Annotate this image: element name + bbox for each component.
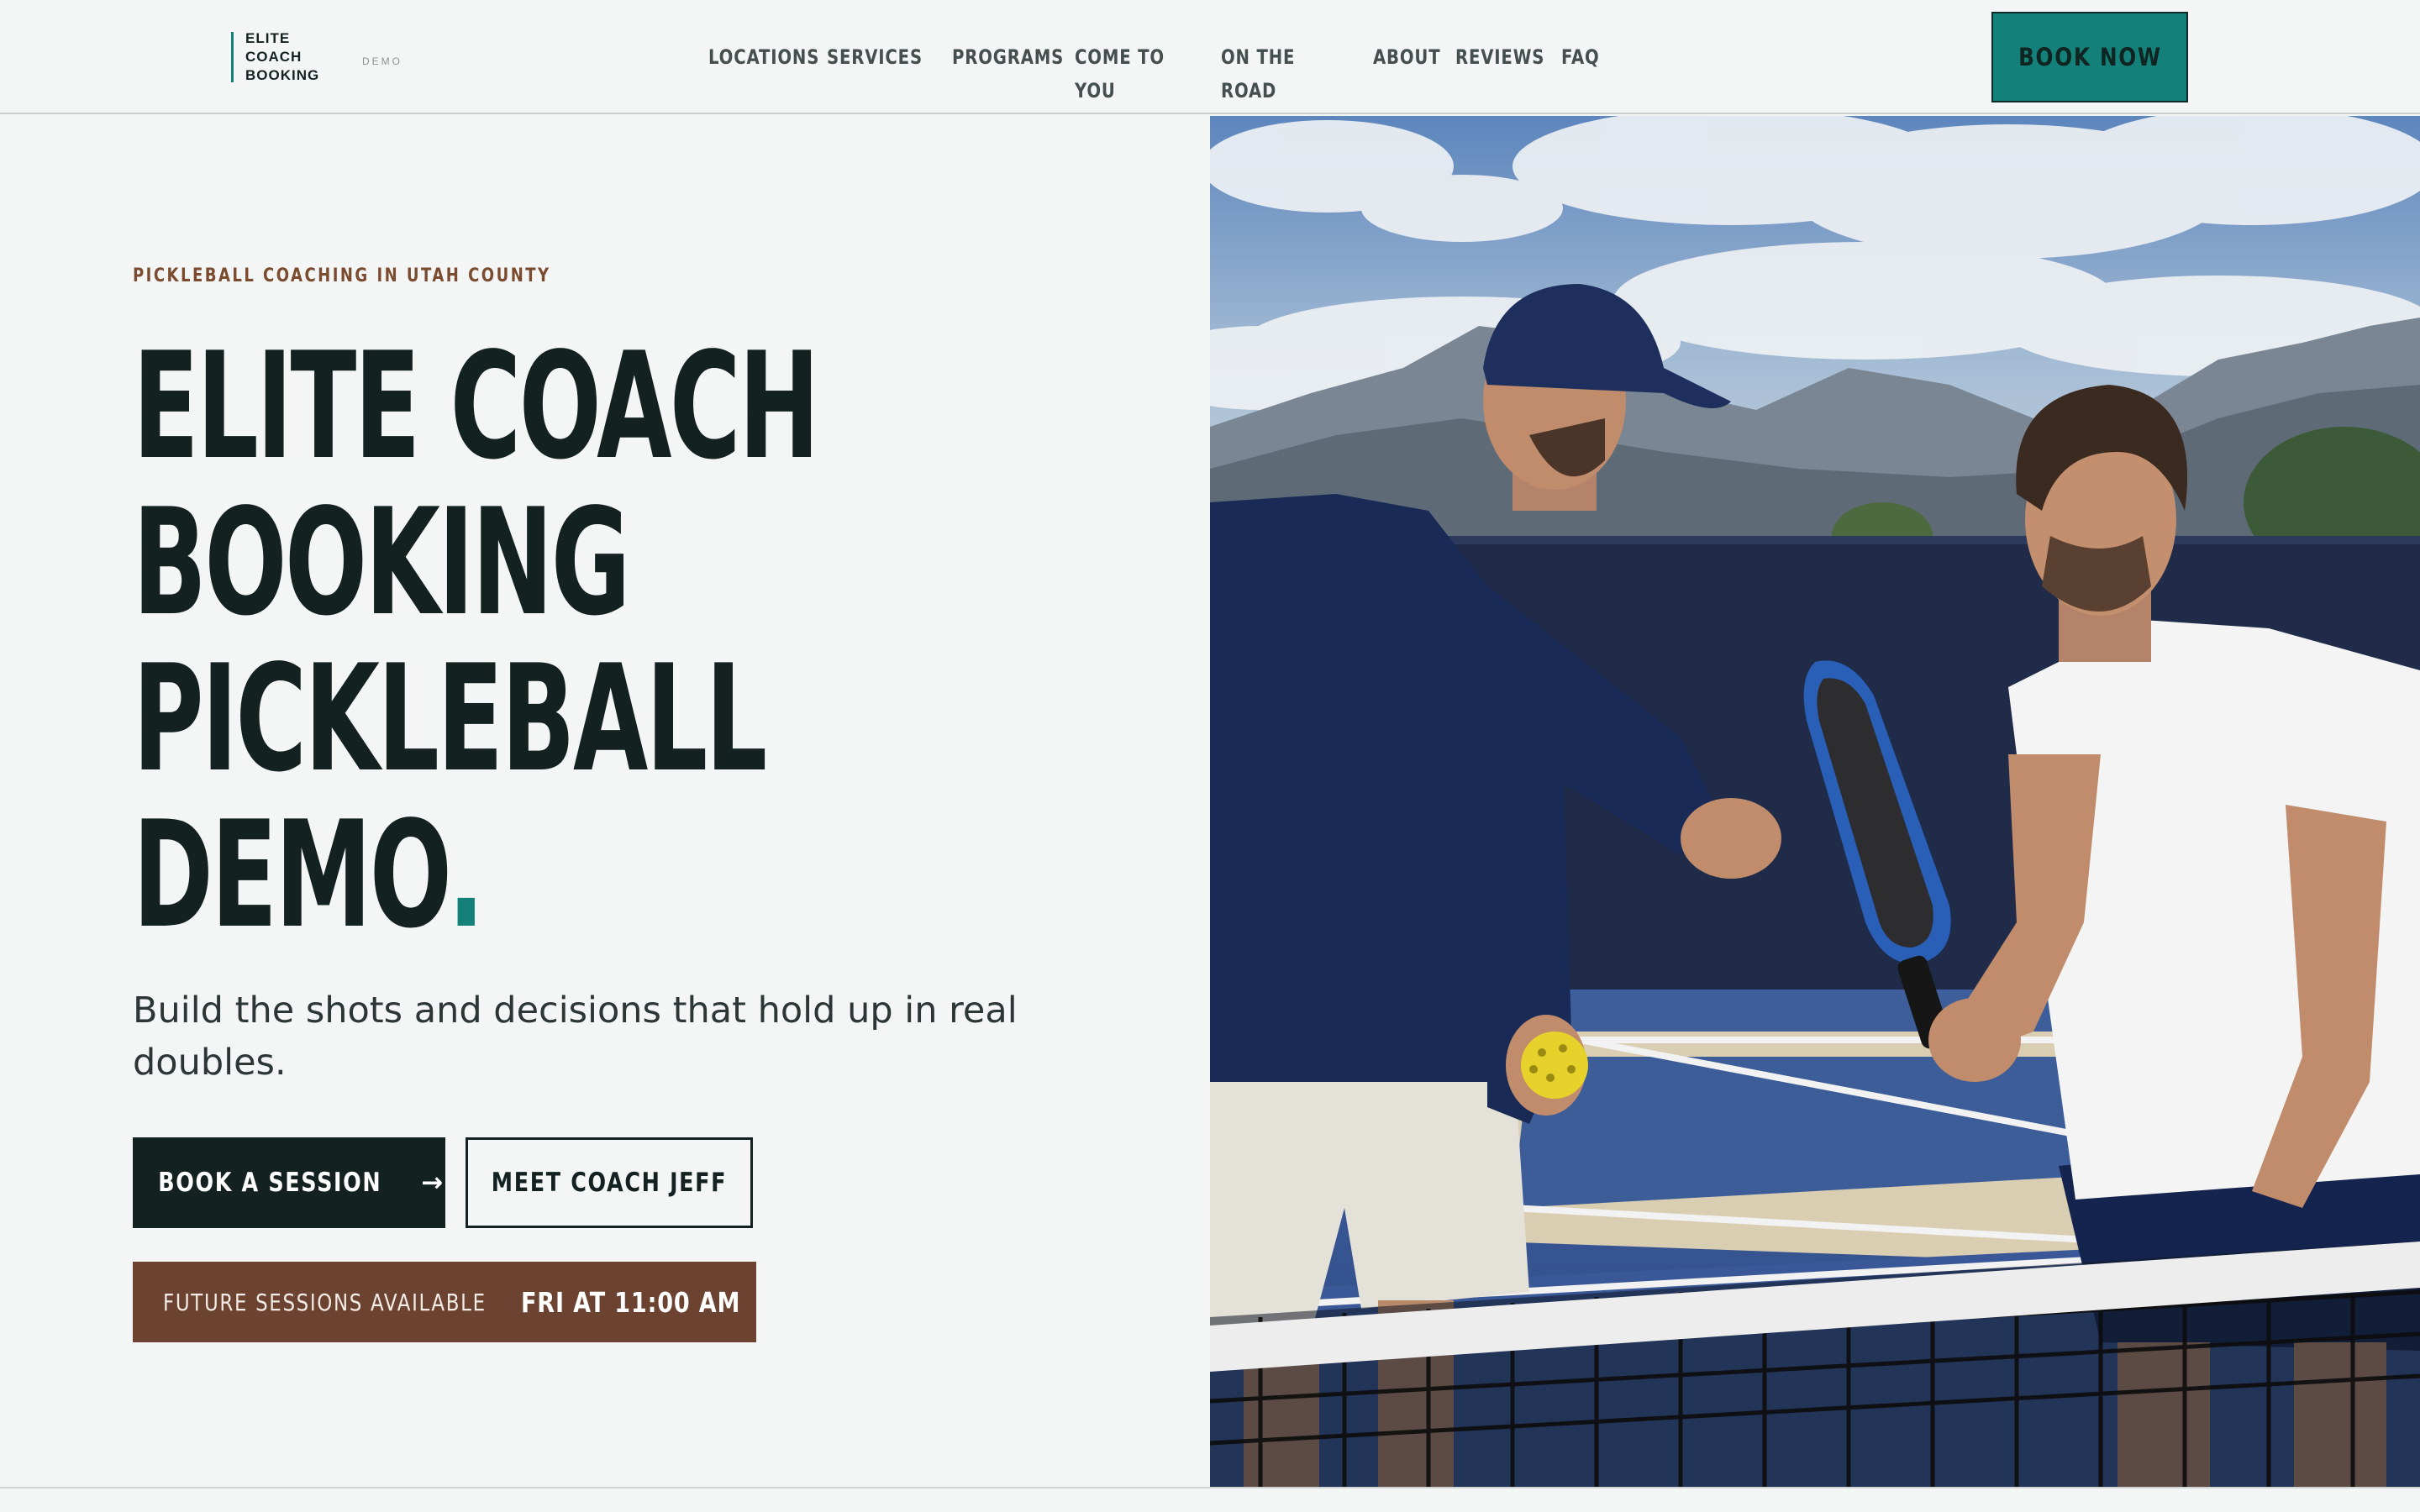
main-nav: LOCATIONS SERVICES PROGRAMS COME TO YOU … (708, 40, 1603, 102)
nav-reviews[interactable]: REVIEWS (1455, 40, 1544, 74)
hero-title-dot: . (447, 790, 485, 961)
nav-faq[interactable]: FAQ (1561, 40, 1599, 74)
hero-title-line-4-text: DEMO (133, 790, 450, 961)
hero-lede: Build the shots and decisions that hold … (133, 990, 1018, 1084)
nav-on-the-road[interactable]: ON THE ROAD (1221, 40, 1334, 102)
sessions-next-time: FRI AT 11:00 AM (521, 1285, 741, 1319)
meet-coach-button[interactable]: MEET COACH JEFF (466, 1137, 753, 1228)
brand-tag: DEMO (362, 55, 402, 67)
book-now-button[interactable]: BOOK NOW (1991, 12, 2188, 102)
book-session-button[interactable]: BOOK A SESSION → (133, 1137, 445, 1228)
hero-title-line-1: ELITE COACH (133, 322, 820, 492)
sessions-label: FUTURE SESSIONS AVAILABLE (163, 1288, 487, 1316)
nav-programs[interactable]: PROGRAMS (952, 40, 1063, 74)
nav-come-to-you[interactable]: COME TO YOU (1075, 40, 1185, 102)
hero-photo-illustration (1210, 116, 2420, 1487)
brand-line-2: COACH (245, 49, 302, 65)
hero-photo (1210, 116, 2420, 1487)
hero-eyebrow: PICKLEBALL COACHING IN UTAH COUNTY (133, 265, 551, 286)
book-session-label: BOOK A SESSION (157, 1168, 382, 1198)
meet-coach-label: MEET COACH JEFF (491, 1168, 728, 1198)
brand-line-3: BOOKING (245, 67, 320, 83)
hero-title-line-3: PICKLEBALL (133, 634, 767, 805)
section-divider (0, 1487, 2420, 1488)
hero-title-line-2: BOOKING (133, 478, 631, 648)
arrow-right-icon: → (421, 1168, 445, 1198)
sessions-availability-badge[interactable]: FUTURE SESSIONS AVAILABLE FRI AT 11:00 A… (133, 1262, 756, 1342)
hero-title: ELITE COACH BOOKING PICKLEBALL DEMO. (133, 329, 1141, 954)
hero-title-line-4: DEMO. (133, 798, 798, 954)
nav-locations[interactable]: LOCATIONS (708, 40, 818, 74)
brand-line-1: ELITE (245, 30, 291, 46)
brand-logo[interactable]: ELITE COACH BOOKING (231, 30, 320, 83)
book-now-label: BOOK NOW (2018, 43, 2162, 71)
nav-services[interactable]: SERVICES (827, 40, 922, 74)
site-header: ELITE COACH BOOKING DEMO LOCATIONS SERVI… (0, 0, 2420, 114)
nav-about[interactable]: ABOUT (1373, 40, 1440, 74)
